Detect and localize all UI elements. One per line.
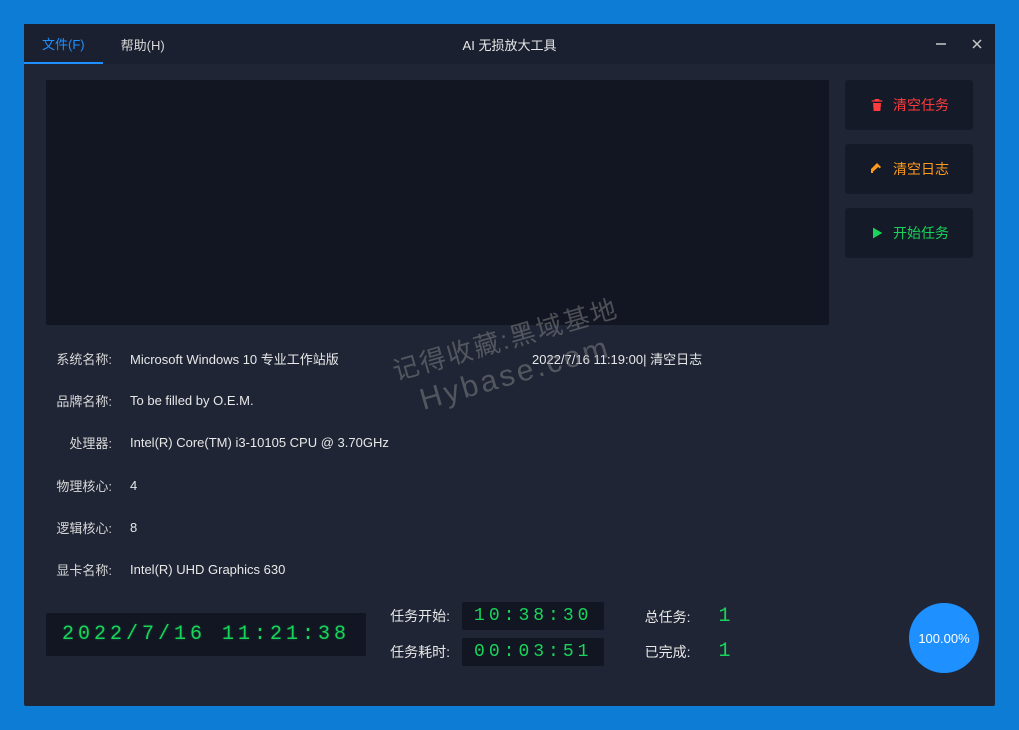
done-tasks-value: 1 — [712, 640, 732, 663]
close-icon — [971, 38, 983, 50]
current-time-display: 2022/7/16 11:21:38 — [46, 613, 366, 656]
total-tasks-label: 总任务: — [634, 607, 690, 627]
task-elapsed-time: 00:03:51 — [462, 638, 604, 666]
cpu-value: Intel(R) Core(TM) i3-10105 CPU @ 3.70GHz — [130, 435, 389, 450]
clear-log-button[interactable]: 清空日志 — [845, 144, 973, 194]
clear-tasks-label: 清空任务 — [893, 95, 949, 115]
logic-cores-label: 逻辑核心: — [50, 518, 130, 537]
brand-value: To be filled by O.E.M. — [130, 393, 254, 408]
phys-cores-value: 4 — [130, 478, 137, 493]
log-line: 2022/7/16 11:19:00| 清空日志 — [532, 349, 969, 368]
trash-icon — [869, 97, 885, 113]
cpu-label: 处理器: — [50, 433, 130, 452]
os-value: Microsoft Windows 10 专业工作站版 — [130, 349, 339, 368]
body-area: 清空任务 清空日志 开始任务 系统名称: Microsoft Windows 1… — [24, 64, 995, 706]
main-window: 文件(F) 帮助(H) AI 无损放大工具 清空任务 清空日志 — [24, 24, 995, 706]
clear-log-label: 清空日志 — [893, 159, 949, 179]
total-tasks-value: 1 — [712, 605, 732, 628]
preview-panel[interactable] — [46, 80, 829, 325]
minimize-button[interactable] — [923, 24, 959, 64]
progress-percent: 100.00% — [918, 631, 969, 646]
start-tasks-button[interactable]: 开始任务 — [845, 208, 973, 258]
titlebar[interactable]: 文件(F) 帮助(H) AI 无损放大工具 — [24, 24, 995, 64]
play-icon — [869, 225, 885, 241]
window-title: AI 无损放大工具 — [463, 24, 557, 64]
eraser-icon — [869, 161, 885, 177]
gpu-label: 显卡名称: — [50, 560, 130, 579]
logic-cores-value: 8 — [130, 520, 137, 535]
phys-cores-label: 物理核心: — [50, 476, 130, 495]
task-start-label: 任务开始: — [384, 606, 450, 626]
progress-indicator: 100.00% — [909, 603, 979, 673]
task-start-time: 10:38:30 — [462, 602, 604, 630]
menu-help[interactable]: 帮助(H) — [103, 24, 183, 64]
done-tasks-label: 已完成: — [634, 642, 690, 662]
minimize-icon — [935, 38, 947, 50]
clear-tasks-button[interactable]: 清空任务 — [845, 80, 973, 130]
menu-file[interactable]: 文件(F) — [24, 24, 103, 64]
close-button[interactable] — [959, 24, 995, 64]
start-tasks-label: 开始任务 — [893, 223, 949, 243]
task-elapsed-label: 任务耗时: — [384, 642, 450, 662]
gpu-value: Intel(R) UHD Graphics 630 — [130, 562, 285, 577]
os-label: 系统名称: — [50, 349, 130, 368]
brand-label: 品牌名称: — [50, 391, 130, 410]
system-info: 系统名称: Microsoft Windows 10 专业工作站版 品牌名称: … — [46, 339, 506, 589]
log-panel[interactable]: 2022/7/16 11:19:00| 清空日志 — [528, 339, 973, 589]
